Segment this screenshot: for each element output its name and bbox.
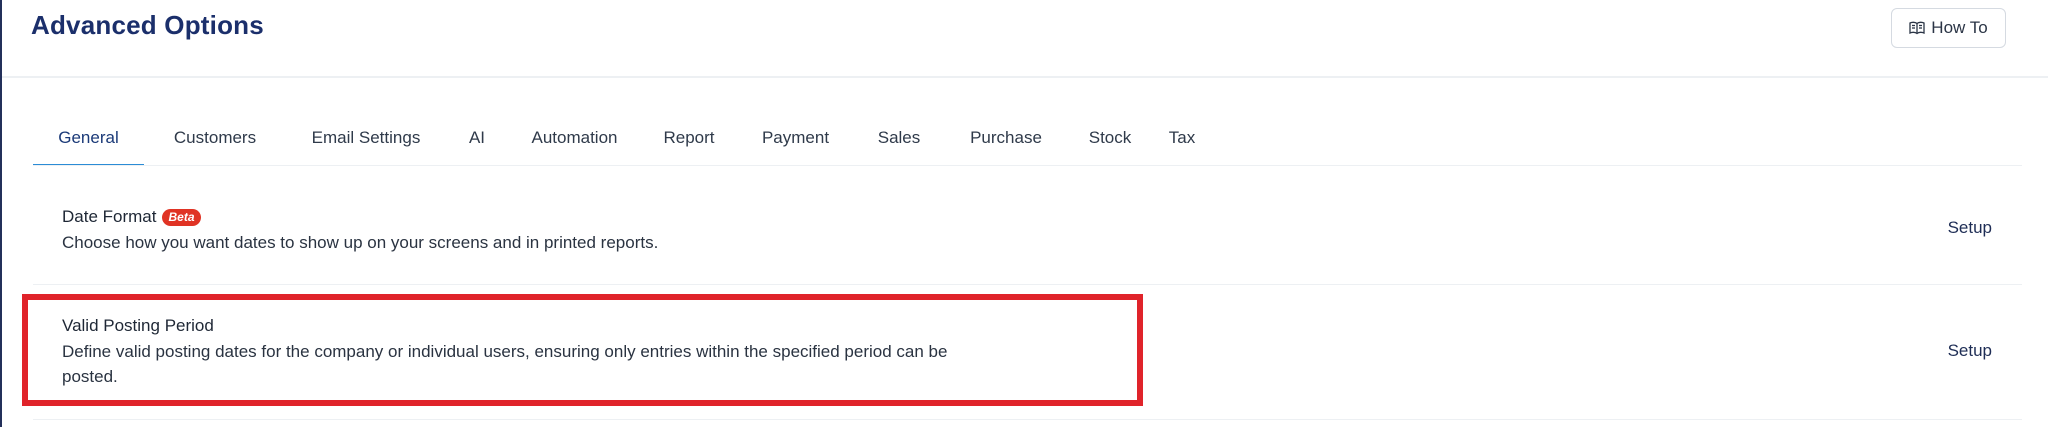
app-window: Advanced Options How To General Customer… xyxy=(0,0,2048,427)
tab-purchase[interactable]: Purchase xyxy=(944,118,1068,166)
valid-posting-period-setup-button[interactable]: Setup xyxy=(1948,341,1992,361)
setting-title: Valid Posting Period xyxy=(62,316,214,336)
beta-badge: Beta xyxy=(162,208,201,226)
setting-title: Date Format Beta xyxy=(62,207,201,227)
page-title: Advanced Options xyxy=(31,10,264,40)
settings-tabs: General Customers Email Settings AI Auto… xyxy=(33,118,1212,166)
tab-sales[interactable]: Sales xyxy=(854,118,944,166)
tab-general[interactable]: General xyxy=(33,118,144,166)
how-to-label: How To xyxy=(1931,18,1988,37)
tab-tax[interactable]: Tax xyxy=(1152,118,1212,166)
setting-description: Define valid posting dates for the compa… xyxy=(62,339,947,389)
setting-row-valid-posting-period: Valid Posting Period Define valid postin… xyxy=(33,285,2022,420)
setting-title-label: Valid Posting Period xyxy=(62,316,214,335)
book-icon xyxy=(1909,21,1925,35)
how-to-button[interactable]: How To xyxy=(1891,8,2006,48)
tab-stock[interactable]: Stock xyxy=(1068,118,1152,166)
tab-payment[interactable]: Payment xyxy=(737,118,854,166)
setting-description-line: Define valid posting dates for the compa… xyxy=(62,342,948,361)
tab-customers[interactable]: Customers xyxy=(144,118,286,166)
tab-automation[interactable]: Automation xyxy=(508,118,641,166)
date-format-setup-button[interactable]: Setup xyxy=(1948,218,1992,238)
setting-description-line: posted. xyxy=(62,367,118,386)
tab-ai[interactable]: AI xyxy=(446,118,508,166)
tab-email-settings[interactable]: Email Settings xyxy=(286,118,446,166)
setting-title-label: Date Format xyxy=(62,207,157,226)
tab-report[interactable]: Report xyxy=(641,118,737,166)
setting-description: Choose how you want dates to show up on … xyxy=(62,233,659,252)
setting-row-date-format: Date Format Beta Choose how you want dat… xyxy=(33,166,2022,285)
page-header: Advanced Options How To xyxy=(2,0,2048,78)
